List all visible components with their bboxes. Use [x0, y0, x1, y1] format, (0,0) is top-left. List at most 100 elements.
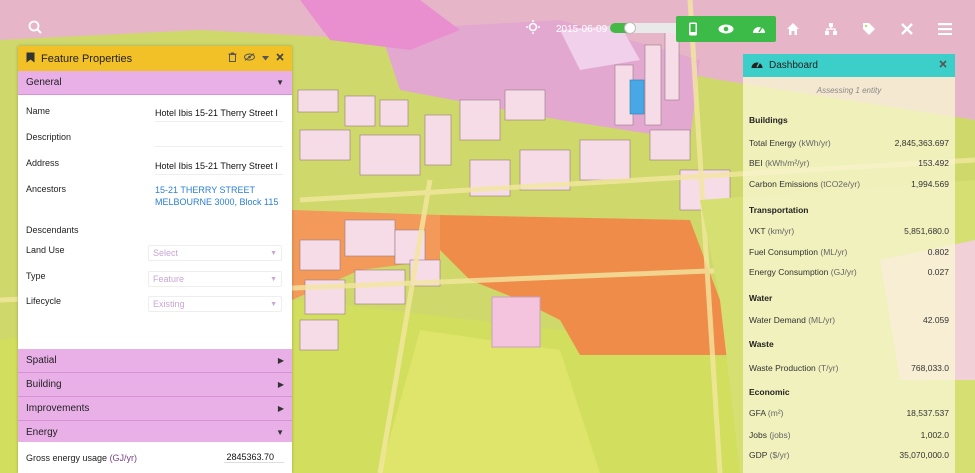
eye-icon[interactable]	[715, 19, 737, 39]
eye-slash-icon[interactable]	[244, 53, 255, 64]
land-use-select[interactable]: Select ▼	[148, 245, 282, 261]
section-spatial-label: Spatial	[26, 355, 57, 366]
jobs-unit: (jobs)	[769, 430, 791, 440]
phone-icon[interactable]	[682, 19, 704, 39]
ancestors-link[interactable]: 15-21 THERRY STREET MELBOURNE 3000, Bloc…	[155, 184, 283, 211]
section-improvements[interactable]: Improvements ▶	[18, 397, 292, 421]
vkt-row: VKT (km/yr) 5,851,680.0	[749, 226, 949, 236]
jobs-row: Jobs (jobs) 1,002.0	[749, 430, 949, 440]
dashboard-subtitle: Assessing 1 entity	[816, 86, 882, 95]
bei-value: 153.492	[918, 158, 949, 168]
water-demand-row: Water Demand (ML/yr) 42.059	[749, 315, 949, 325]
land-use-label: Land Use	[26, 245, 65, 255]
sun-icon[interactable]	[526, 20, 540, 37]
address-field[interactable]: Hotel Ibis 15-21 Therry Street I	[155, 161, 283, 175]
date-slider-handle[interactable]	[624, 22, 636, 34]
type-value: Feature	[153, 274, 185, 284]
gross-energy-label: Gross energy usage (GJ/yr)	[26, 453, 137, 463]
section-energy-label: Energy	[26, 427, 58, 438]
dashboard-title: Dashboard	[769, 60, 818, 71]
feature-panel-header: Feature Properties	[18, 46, 292, 71]
waste-production-unit: (T/yr)	[818, 363, 839, 373]
waste-production-label: Waste Production	[749, 363, 816, 373]
total-energy-label: Total Energy	[749, 138, 797, 148]
feature-properties-panel: Feature Properties General ▼ Name Hotel …	[18, 46, 292, 473]
gdp-label: GDP	[749, 450, 768, 460]
caret-down-icon[interactable]	[262, 53, 269, 64]
jobs-label: Jobs	[749, 430, 767, 440]
buildings-heading: Buildings	[749, 115, 788, 125]
total-energy-unit: (kWh/yr)	[798, 138, 831, 148]
network-icon[interactable]	[822, 20, 840, 38]
type-select[interactable]: Feature ▼	[148, 271, 282, 287]
vkt-value: 5,851,680.0	[904, 226, 949, 236]
dashboard-header: Dashboard	[743, 54, 955, 77]
lifecycle-select[interactable]: Existing ▼	[148, 296, 282, 312]
gross-energy-row: Gross energy usage (GJ/yr) 2845363.70	[18, 442, 292, 473]
carbon-value: 1,994.569	[911, 179, 949, 189]
water-demand-label: Water Demand	[749, 315, 806, 325]
dashboard-icon[interactable]	[748, 19, 770, 39]
gfa-value: 18,537.537	[906, 408, 949, 418]
chevron-down-icon: ▼	[270, 275, 277, 283]
gross-energy-label-text: Gross energy usage	[26, 452, 108, 463]
waste-production-value: 768,033.0	[911, 363, 949, 373]
jobs-value: 1,002.0	[920, 430, 949, 440]
description-field[interactable]	[155, 135, 283, 147]
chevron-down-icon: ▼	[270, 249, 277, 257]
lifecycle-label: Lifecycle	[26, 296, 62, 306]
chevron-down-icon: ▼	[270, 300, 277, 308]
feature-panel-title: Feature Properties	[41, 52, 133, 65]
dashboard-icon	[751, 59, 763, 72]
bei-label: BEI	[749, 158, 763, 168]
water-heading: Water	[749, 293, 773, 303]
date-label: 2015-06-09	[556, 24, 608, 35]
close-dashboard-icon[interactable]	[939, 60, 947, 71]
dashboard-panel: Dashboard Assessing 1 entity Buildings T…	[743, 54, 955, 473]
section-general-label: General	[26, 77, 62, 88]
carbon-row: Carbon Emissions (tCO2e/yr) 1,994.569	[749, 179, 949, 189]
gdp-value: 35,070,000.0	[899, 450, 949, 460]
section-general[interactable]: General ▼	[18, 71, 292, 95]
section-building[interactable]: Building ▶	[18, 373, 292, 397]
gross-energy-unit: (GJ/yr)	[109, 452, 138, 463]
bookmark-icon	[26, 52, 35, 66]
menu-icon[interactable]	[936, 20, 954, 38]
chevron-right-icon: ▶	[277, 356, 284, 365]
vkt-unit: (km/yr)	[767, 226, 795, 236]
section-building-label: Building	[26, 379, 62, 390]
tag-icon[interactable]	[860, 20, 878, 38]
trash-icon[interactable]	[228, 52, 237, 65]
general-fields: Name Hotel Ibis 15-21 Therry Street I De…	[18, 95, 292, 312]
energy-consumption-unit: (GJ/yr)	[830, 267, 857, 277]
date-slider[interactable]	[610, 22, 680, 34]
type-label: Type	[26, 271, 46, 281]
carbon-label: Carbon Emissions	[749, 179, 818, 189]
carbon-unit: (tCO2e/yr)	[820, 179, 861, 189]
name-field[interactable]: Hotel Ibis 15-21 Therry Street I	[155, 108, 283, 122]
water-demand-value: 42.059	[923, 315, 949, 325]
waste-heading: Waste	[749, 339, 774, 349]
top-right-toolbar	[784, 20, 954, 38]
description-label: Description	[26, 132, 72, 142]
energy-consumption-label: Energy Consumption	[749, 267, 829, 277]
transportation-heading: Transportation	[749, 205, 809, 215]
search-icon[interactable]	[28, 20, 42, 37]
fuel-label: Fuel Consumption	[749, 247, 818, 257]
chevron-down-icon: ▼	[276, 78, 284, 87]
gdp-unit: ($/yr)	[769, 450, 790, 460]
fuel-value: 0.802	[927, 247, 949, 257]
vkt-label: VKT	[749, 226, 766, 236]
gdp-row: GDP ($/yr) 35,070,000.0	[749, 450, 949, 460]
gfa-unit: (m²)	[767, 408, 784, 418]
home-icon[interactable]	[784, 20, 802, 38]
section-spatial[interactable]: Spatial ▶	[18, 349, 292, 373]
view-mode-toolbar	[676, 16, 776, 42]
ancestors-label: Ancestors	[26, 184, 67, 194]
gross-energy-field[interactable]: 2845363.70	[224, 452, 284, 463]
close-panel-icon[interactable]	[276, 53, 284, 64]
descendants-label: Descendants	[26, 225, 79, 235]
close-icon[interactable]	[898, 20, 916, 38]
bei-row: BEI (kWh/m²/yr) 153.492	[749, 158, 949, 168]
fuel-unit: (ML/yr)	[820, 247, 848, 257]
